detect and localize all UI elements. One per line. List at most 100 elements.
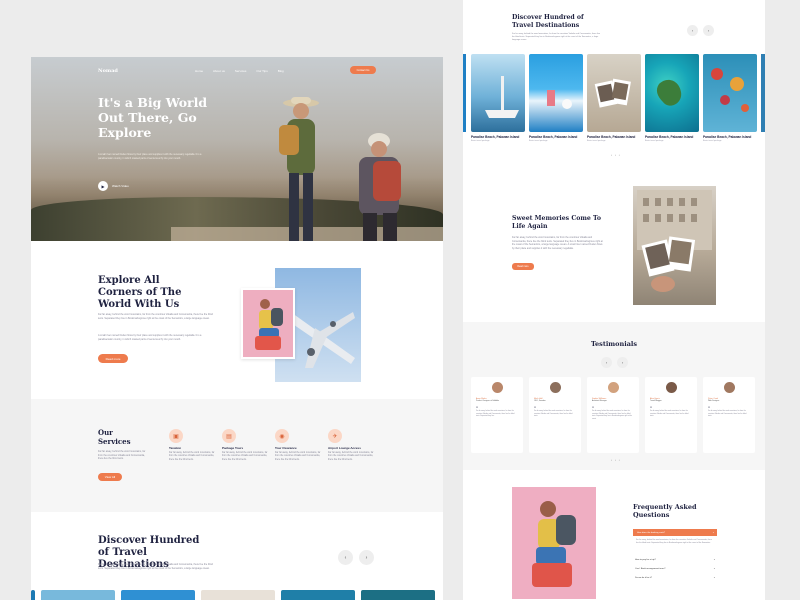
faq-title: Frequently Asked Questions xyxy=(633,503,697,519)
testimonial-role: Web Designer xyxy=(708,400,720,402)
testimonials-pager[interactable]: • • • xyxy=(611,458,621,462)
quote-icon: “ xyxy=(650,405,652,410)
service-tour-clearance[interactable]: ◉ Tour Clearance Far far away, behind th… xyxy=(275,429,323,462)
next-arrow-icon[interactable]: › xyxy=(359,550,374,565)
testimonial-role: Travel Blogger xyxy=(650,400,662,402)
service-title: Airport Lounge Access xyxy=(328,446,361,450)
services-text: Far far away, behind the word mountains,… xyxy=(98,450,146,461)
destination-caption: Paradise Beach, Palawan Island xyxy=(529,135,578,139)
chevron-down-icon: ˅ xyxy=(713,559,715,561)
faq-open-item[interactable]: How does the booking work? ˄ xyxy=(633,529,717,536)
service-package-tours[interactable]: ▤ Package Tours Far far away, behind the… xyxy=(222,429,270,462)
destination-card[interactable]: Paradise Beach, Palawan Island Basic tra… xyxy=(471,54,525,142)
next-arrow-icon[interactable]: › xyxy=(703,25,714,36)
brand-logo[interactable]: Nomad xyxy=(98,68,118,74)
watch-video-button[interactable]: ▶ Watch Video xyxy=(98,181,129,191)
carousel-pager[interactable]: • • • xyxy=(611,153,621,157)
destination-caption: Paradise Beach, Palawan Island xyxy=(645,135,694,139)
destination-card[interactable]: Paradise Beach, Palawan Island Basic tra… xyxy=(529,54,583,142)
nav-home[interactable]: Home xyxy=(195,69,203,73)
faq-answer: Far far away, behind the word mountains,… xyxy=(636,539,712,544)
destinations-title: Discover Hundred of Travel Destinations xyxy=(512,14,584,29)
quote-icon: “ xyxy=(534,405,536,410)
service-text: Far far away, behind the word mountains,… xyxy=(328,452,374,461)
services-title: Our Services xyxy=(98,428,131,446)
destination-card-edge xyxy=(463,54,466,132)
nav-about[interactable]: About us xyxy=(213,69,225,73)
testimonial-text: Far far away, behind the word mountains,… xyxy=(534,411,573,418)
testimonials-title: Testimonials xyxy=(590,340,638,348)
service-title: Tour Clearance xyxy=(275,446,297,450)
destination-thumb[interactable] xyxy=(41,590,115,600)
testimonial-text: Far far away, behind the word mountains,… xyxy=(476,411,515,418)
explore-paragraph-1: Far far away, behind the word mountains,… xyxy=(98,313,213,320)
destination-thumb[interactable] xyxy=(281,590,355,600)
avatar xyxy=(723,382,735,393)
testimonials-section: Testimonials ‹ › Anna Marks Product Desi… xyxy=(463,322,765,470)
travelers-image xyxy=(279,97,401,241)
destination-image xyxy=(645,54,699,132)
destination-card[interactable]: Paradise Beach, Palawan Island Basic tra… xyxy=(645,54,699,142)
quote-icon: “ xyxy=(476,405,478,410)
service-airport-lounge[interactable]: ✈ Airport Lounge Access Far far away, be… xyxy=(328,429,376,462)
destination-subtitle: Basic travel package xyxy=(529,140,548,142)
destination-thumb[interactable] xyxy=(121,590,195,600)
destination-image xyxy=(703,54,757,132)
landing-page-secondary: Discover Hundred of Travel Destinations … xyxy=(463,0,765,600)
hero-title: It's a Big World Out There, Go Explore xyxy=(98,95,208,140)
hero-section: Nomad Home About us Services Our Tips Bl… xyxy=(31,57,443,241)
memories-text: Far far away, behind the word mountains,… xyxy=(512,236,603,250)
hero-text: A small river named Duden flows by their… xyxy=(98,153,202,160)
testimonial-role: CEO, Founder xyxy=(534,400,546,402)
testimonial-card: Peter Cook Web Designer “ Far far away, … xyxy=(703,377,755,453)
faq-item[interactable]: How to pay for a trip? ˅ xyxy=(633,559,717,561)
explore-read-more-button[interactable]: Read more xyxy=(98,354,128,363)
destination-card[interactable]: Paradise Beach, Palawan Island Basic tra… xyxy=(703,54,757,142)
services-section: Our Services Far far away, behind the wo… xyxy=(31,399,443,512)
destination-image xyxy=(587,54,641,132)
prev-arrow-icon[interactable]: ‹ xyxy=(338,550,353,565)
faq-traveler-photo xyxy=(512,487,596,599)
testimonial-card: Anna Marks Product Designer at Dribbble … xyxy=(471,377,523,453)
play-icon[interactable]: ▶ xyxy=(98,181,108,191)
prev-arrow-icon[interactable]: ‹ xyxy=(601,357,612,368)
quote-icon: “ xyxy=(708,405,710,410)
next-arrow-icon[interactable]: › xyxy=(617,357,628,368)
destination-thumb[interactable] xyxy=(31,590,35,600)
avatar xyxy=(665,382,677,393)
testimonial-text: Far far away, behind the word mountains,… xyxy=(592,411,632,420)
testimonial-text: Far far away, behind the word mountains,… xyxy=(708,411,747,418)
destination-card[interactable]: Paradise Beach, Palawan Island Basic tra… xyxy=(587,54,641,142)
destination-subtitle: Basic travel package xyxy=(587,140,606,142)
plane-icon: ✈ xyxy=(328,429,342,443)
service-title: Package Tours xyxy=(222,446,244,450)
memories-read-more-button[interactable]: Read more xyxy=(512,263,534,270)
nav-blog[interactable]: Blog xyxy=(278,69,284,73)
nav-services[interactable]: Services xyxy=(235,69,247,73)
faq-question: How to pay for a trip? xyxy=(635,559,656,561)
avatar xyxy=(491,382,503,393)
landing-page-main: Nomad Home About us Services Our Tips Bl… xyxy=(31,57,443,600)
prev-arrow-icon[interactable]: ‹ xyxy=(687,25,698,36)
destination-card-edge xyxy=(761,54,765,132)
nav-tips[interactable]: Our Tips xyxy=(256,69,267,73)
destination-image xyxy=(529,54,583,132)
destination-thumb[interactable] xyxy=(201,590,275,600)
contact-button[interactable]: Contact Us xyxy=(350,66,376,74)
services-view-all-button[interactable]: View All xyxy=(98,473,122,481)
camera-icon: ◉ xyxy=(275,429,289,443)
testimonial-card: Mark Hall CEO, Founder “ Far far away, b… xyxy=(529,377,581,453)
destination-subtitle: Basic travel package xyxy=(703,140,722,142)
faq-item[interactable]: Do we do it for it? ˅ xyxy=(633,577,717,579)
service-text: Far far away, behind the word mountains,… xyxy=(222,452,268,461)
faq-question: Do we do it for it? xyxy=(635,577,653,579)
faq-item[interactable]: Can I Book arrangement tours? ˅ xyxy=(633,568,717,570)
service-text: Far far away, behind the word mountains,… xyxy=(169,452,215,461)
testimonial-role: Assistant Manager xyxy=(592,400,607,402)
service-taxation[interactable]: ▣ Taxation Far far away, behind the word… xyxy=(169,429,217,462)
destination-thumb[interactable] xyxy=(361,590,435,600)
luggage-icon: ▤ xyxy=(222,429,236,443)
traveler-girl-photo xyxy=(241,288,295,359)
passport-icon: ▣ xyxy=(169,429,183,443)
watch-video-label: Watch Video xyxy=(112,184,129,188)
